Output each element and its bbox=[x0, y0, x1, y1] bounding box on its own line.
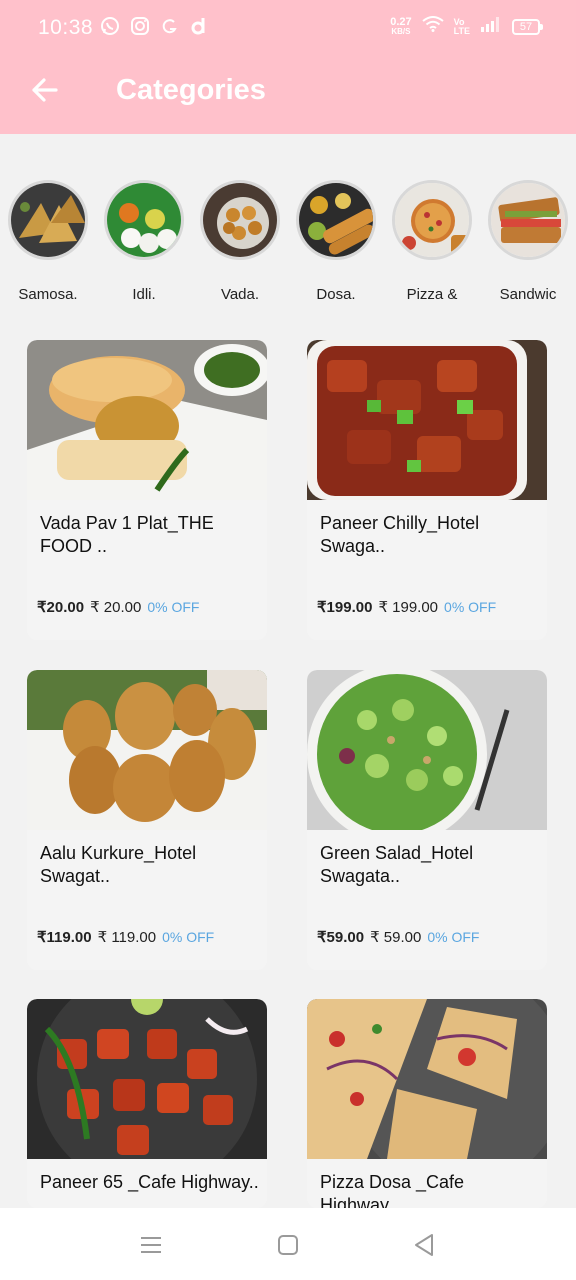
product-price: ₹59.00 bbox=[317, 929, 365, 946]
product-price-row: ₹59.00 ₹ 59.00 0% OFF bbox=[317, 928, 479, 946]
category-image bbox=[296, 180, 376, 260]
nav-home-button[interactable] bbox=[273, 1230, 303, 1260]
product-card-pizza-dosa[interactable]: Pizza Dosa _Cafe Highway.. bbox=[307, 999, 547, 1208]
signal-icon bbox=[480, 16, 502, 37]
menu-lines-icon bbox=[141, 1237, 161, 1253]
category-label: Pizza & bbox=[406, 286, 458, 303]
triangle-back-icon bbox=[415, 1234, 433, 1256]
category-image bbox=[392, 180, 472, 260]
product-name: Paneer 65 _Cafe Highway.. bbox=[40, 1172, 259, 1192]
product-name: Vada Pav 1 Plat_THE FOOD .. bbox=[40, 513, 214, 556]
product-discount: 0% OFF bbox=[162, 929, 215, 945]
volte-indicator: Vo LTE bbox=[453, 16, 470, 36]
category-item-vada[interactable]: Vada. bbox=[192, 180, 288, 303]
category-strip[interactable]: Samosa. Idli. Vada. Dosa. Pizza & Sandwi… bbox=[0, 180, 576, 310]
product-price-row: ₹199.00 ₹ 199.00 0% OFF bbox=[317, 598, 496, 616]
product-name: Aalu Kurkure_Hotel Swagat.. bbox=[40, 843, 197, 886]
square-icon bbox=[278, 1235, 298, 1255]
category-label: Sandwic bbox=[499, 286, 557, 303]
product-discount: 0% OFF bbox=[427, 929, 480, 945]
category-item-dosa[interactable]: Dosa. bbox=[288, 180, 384, 303]
product-card-paneer-65[interactable]: Paneer 65 _Cafe Highway.. bbox=[27, 999, 267, 1208]
wifi-icon bbox=[422, 16, 444, 37]
product-mrp: ₹ 199.00 bbox=[378, 599, 439, 616]
instagram-icon bbox=[130, 16, 150, 42]
google-pay-icon bbox=[160, 16, 180, 42]
category-image bbox=[488, 180, 568, 260]
product-card-paneer-chilly[interactable]: Paneer Chilly_Hotel Swaga.. ₹199.00 ₹ 19… bbox=[307, 340, 547, 640]
product-image bbox=[307, 999, 547, 1159]
product-price: ₹119.00 bbox=[37, 929, 92, 946]
product-image bbox=[307, 670, 547, 830]
category-label: Samosa. bbox=[18, 286, 78, 303]
product-image bbox=[27, 340, 267, 500]
product-price: ₹20.00 bbox=[37, 599, 85, 616]
status-notification-icons bbox=[100, 16, 208, 42]
category-image bbox=[104, 180, 184, 260]
product-image bbox=[27, 670, 267, 830]
product-discount: 0% OFF bbox=[147, 599, 200, 615]
battery-indicator: 57 bbox=[512, 18, 543, 35]
product-name: Pizza Dosa _Cafe Highway.. bbox=[320, 1172, 465, 1208]
product-card-vada-pav[interactable]: Vada Pav 1 Plat_THE FOOD .. ₹20.00 ₹ 20.… bbox=[27, 340, 267, 640]
page-title: Categories bbox=[116, 74, 266, 106]
status-time: 10:38 bbox=[38, 16, 94, 39]
category-image bbox=[8, 180, 88, 260]
category-label: Idli. bbox=[132, 286, 156, 303]
category-item-sandwich[interactable]: Sandwic bbox=[480, 180, 576, 303]
product-image bbox=[307, 340, 547, 500]
arrow-left-icon bbox=[32, 78, 58, 102]
category-label: Vada. bbox=[220, 286, 260, 303]
whatsapp-icon bbox=[100, 16, 120, 42]
nav-recent-button[interactable] bbox=[136, 1230, 166, 1260]
back-button[interactable] bbox=[28, 70, 64, 110]
product-mrp: ₹ 59.00 bbox=[370, 929, 422, 946]
category-item-idli[interactable]: Idli. bbox=[96, 180, 192, 303]
product-card-green-salad[interactable]: Green Salad_Hotel Swagata.. ₹59.00 ₹ 59.… bbox=[307, 670, 547, 970]
system-nav-bar bbox=[0, 1208, 576, 1280]
product-mrp: ₹ 20.00 bbox=[90, 599, 142, 616]
status-bar: 10:38 0.27 KB/S Vo LTE 57 bbox=[0, 0, 576, 58]
product-discount: 0% OFF bbox=[444, 599, 497, 615]
category-item-samosa[interactable]: Samosa. bbox=[0, 180, 96, 303]
d-app-icon bbox=[190, 16, 208, 42]
category-item-pizza[interactable]: Pizza & bbox=[384, 180, 480, 303]
category-image bbox=[200, 180, 280, 260]
product-image bbox=[27, 999, 267, 1159]
product-mrp: ₹ 119.00 bbox=[97, 929, 157, 946]
network-speed: 0.27 KB/S bbox=[390, 15, 412, 36]
product-price: ₹199.00 bbox=[317, 599, 373, 616]
app-header: 10:38 0.27 KB/S Vo LTE 57 Categories bbox=[0, 0, 576, 134]
status-right-icons: 0.27 KB/S Vo LTE 57 bbox=[390, 15, 543, 37]
product-card-aalu-kurkure[interactable]: Aalu Kurkure_Hotel Swagat.. ₹119.00 ₹ 11… bbox=[27, 670, 267, 970]
product-name: Paneer Chilly_Hotel Swaga.. bbox=[320, 513, 480, 556]
category-label: Dosa. bbox=[316, 286, 356, 303]
product-price-row: ₹20.00 ₹ 20.00 0% OFF bbox=[37, 598, 199, 616]
product-name: Green Salad_Hotel Swagata.. bbox=[320, 843, 474, 886]
product-price-row: ₹119.00 ₹ 119.00 0% OFF bbox=[37, 928, 214, 946]
nav-back-button[interactable] bbox=[410, 1230, 440, 1260]
